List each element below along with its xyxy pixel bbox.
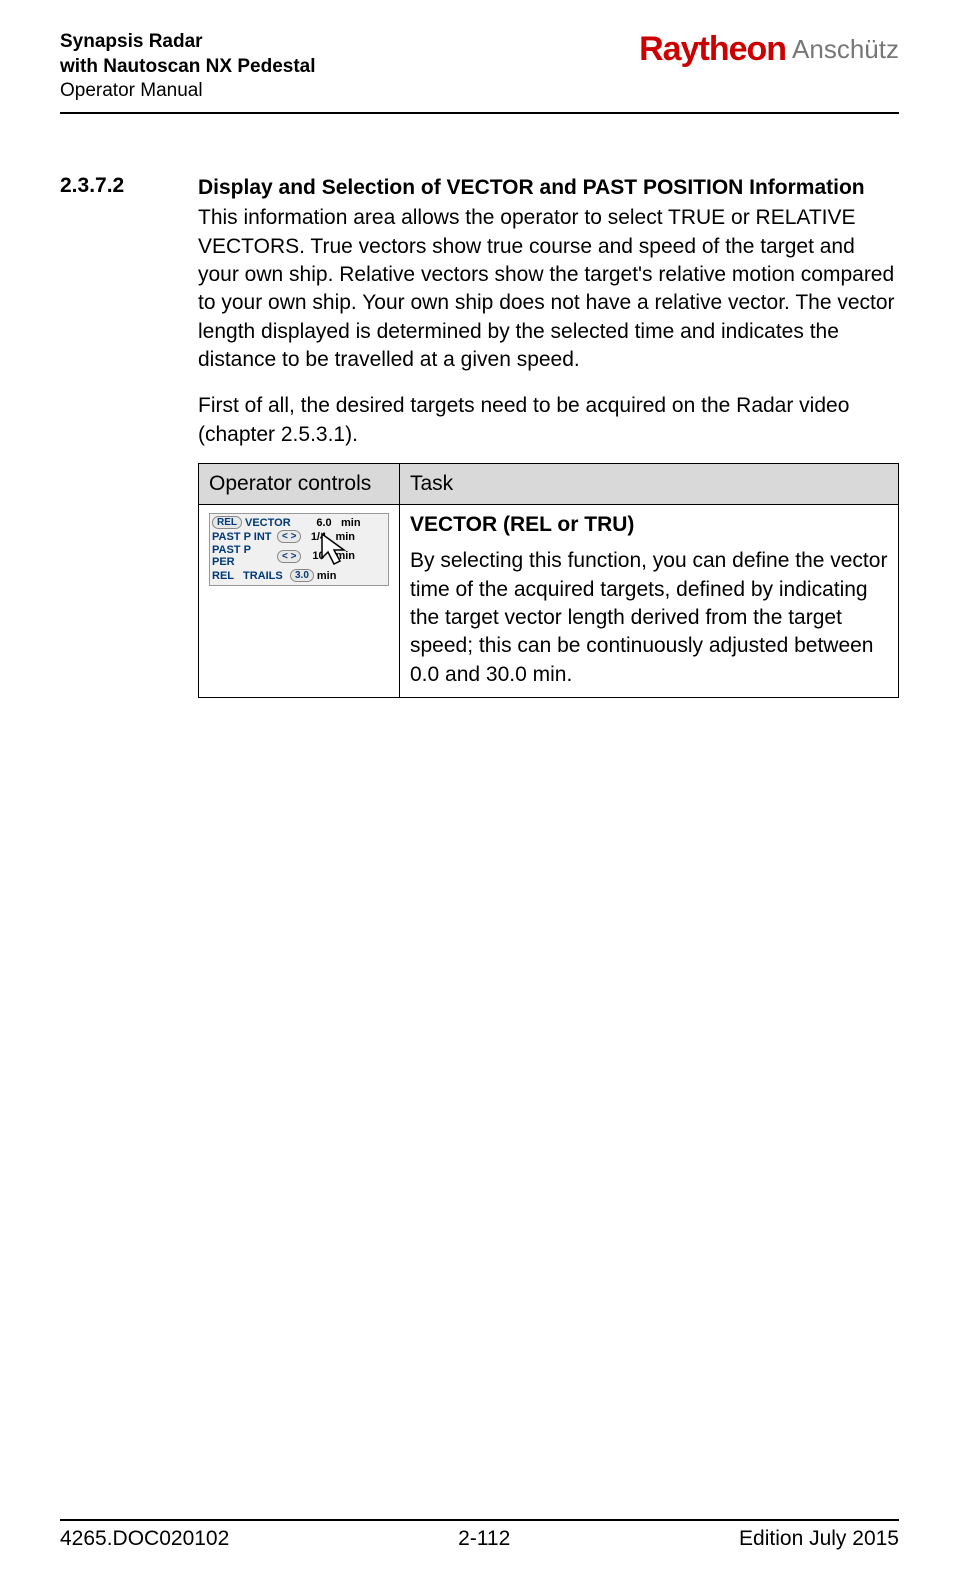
cp-vector-label: VECTOR bbox=[245, 517, 307, 529]
table-header-row: Operator controls Task bbox=[199, 464, 899, 505]
cp-row-trails: REL TRAILS 3.0 min bbox=[212, 569, 386, 582]
page-header: Synapsis Radar with Nautoscan NX Pedesta… bbox=[60, 30, 899, 104]
cp-pastpper-label: PAST P PER bbox=[212, 544, 274, 568]
footer-edition: Edition July 2015 bbox=[739, 1527, 899, 1551]
section-title: Display and Selection of VECTOR and PAST… bbox=[198, 174, 899, 202]
cp-trails-mode: REL bbox=[212, 570, 240, 582]
doc-type: Operator Manual bbox=[60, 79, 316, 104]
operator-control-cell: REL VECTOR 6.0 min PAST P INT < > 1/4 mi… bbox=[199, 505, 400, 698]
section-number: 2.3.7.2 bbox=[60, 174, 150, 388]
pastpint-arrows-button[interactable]: < > bbox=[277, 530, 301, 543]
cp-vector-value: 6.0 bbox=[310, 517, 338, 529]
header-divider bbox=[60, 112, 899, 114]
cursor-icon bbox=[320, 532, 354, 572]
cp-vector-unit: min bbox=[341, 517, 361, 529]
footer-divider bbox=[60, 1519, 899, 1521]
section-body: Display and Selection of VECTOR and PAST… bbox=[198, 174, 899, 388]
header-left: Synapsis Radar with Nautoscan NX Pedesta… bbox=[60, 30, 316, 104]
page-footer: 4265.DOC020102 2-112 Edition July 2015 bbox=[60, 1519, 899, 1551]
section-heading-row: 2.3.7.2 Display and Selection of VECTOR … bbox=[60, 174, 899, 388]
task-body: By selecting this function, you can defi… bbox=[410, 547, 888, 689]
footer-page: 2-112 bbox=[458, 1527, 510, 1551]
footer-row: 4265.DOC020102 2-112 Edition July 2015 bbox=[60, 1527, 899, 1551]
table-row: REL VECTOR 6.0 min PAST P INT < > 1/4 mi… bbox=[199, 505, 899, 698]
cp-row-pastpint: PAST P INT < > 1/4 min bbox=[212, 530, 386, 543]
product-name-line1: Synapsis Radar bbox=[60, 30, 316, 55]
header-right-logo: Raytheon Anschütz bbox=[639, 30, 899, 69]
section-para2: First of all, the desired targets need t… bbox=[198, 392, 899, 449]
task-title: VECTOR (REL or TRU) bbox=[410, 513, 888, 537]
rel-toggle-button[interactable]: REL bbox=[212, 516, 242, 529]
operator-controls-table: Operator controls Task REL VECTOR 6.0 mi… bbox=[198, 463, 899, 698]
footer-doc-id: 4265.DOC020102 bbox=[60, 1527, 229, 1551]
content-area: 2.3.7.2 Display and Selection of VECTOR … bbox=[60, 174, 899, 698]
cp-trails-label: TRAILS bbox=[243, 570, 287, 582]
anschutz-logo: Anschütz bbox=[792, 34, 899, 65]
cp-trails-value-button[interactable]: 3.0 bbox=[290, 569, 314, 582]
raytheon-logo: Raytheon bbox=[639, 30, 786, 69]
cp-row-pastpper: PAST P PER < > 10 min bbox=[212, 544, 386, 568]
cp-row-vector: REL VECTOR 6.0 min bbox=[212, 516, 386, 529]
task-cell: VECTOR (REL or TRU) By selecting this fu… bbox=[400, 505, 899, 698]
section-para1: This information area allows the operato… bbox=[198, 204, 899, 374]
pastpper-arrows-button[interactable]: < > bbox=[277, 550, 301, 563]
product-name-line2: with Nautoscan NX Pedestal bbox=[60, 55, 316, 80]
cp-pastpint-label: PAST P INT bbox=[212, 531, 274, 543]
vector-control-panel: REL VECTOR 6.0 min PAST P INT < > 1/4 mi… bbox=[209, 513, 389, 586]
table-header-col2: Task bbox=[400, 464, 899, 505]
table-header-col1: Operator controls bbox=[199, 464, 400, 505]
